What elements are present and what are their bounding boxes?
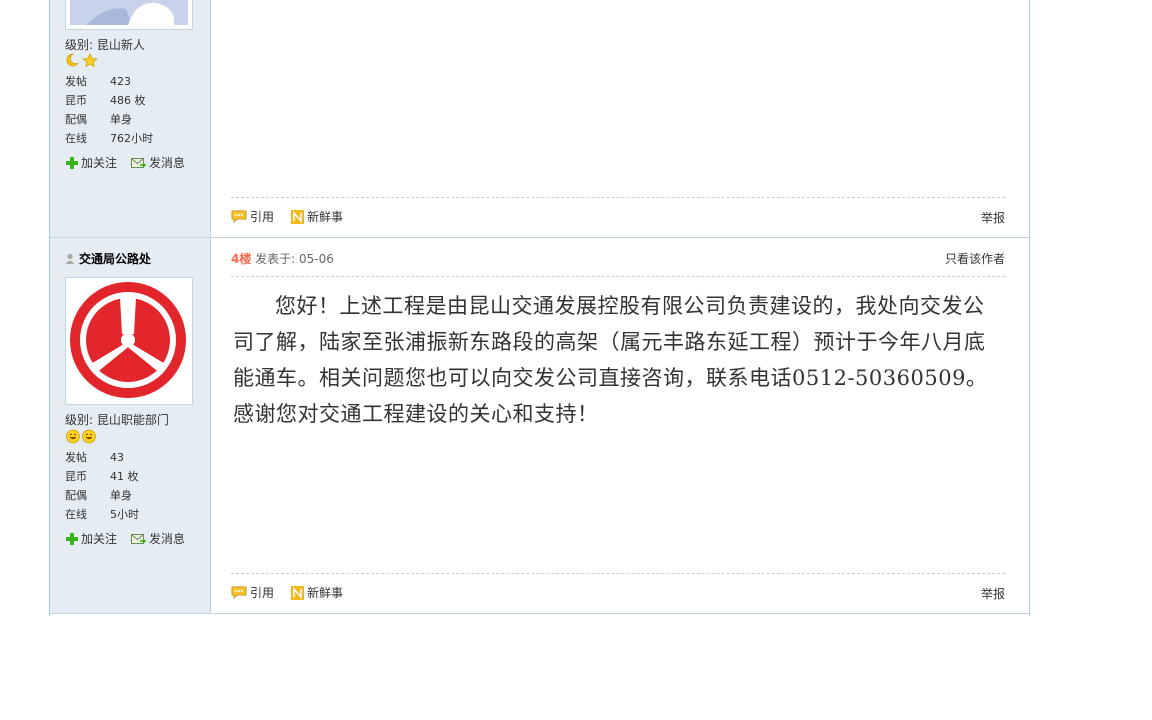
avatar-image [70, 0, 188, 25]
stat-value: 486 枚 [110, 94, 146, 107]
stat-value: 41 枚 [110, 470, 139, 483]
author-actions: 加关注 发消息 [66, 154, 185, 171]
stat-key: 配偶 [65, 489, 87, 502]
post-main: 4楼 发表于: 05-06 只看该作者 您好！上述工程是由昆山交通发展控股有限公… [211, 238, 1029, 613]
send-message-button[interactable]: 发消息 [131, 154, 185, 171]
stat-row: 配偶 单身 [65, 110, 153, 129]
plus-icon [66, 156, 78, 169]
level-badge-icon [66, 429, 100, 447]
quote-button[interactable]: 引用 [231, 208, 274, 225]
fresh-news-icon [291, 209, 304, 224]
avatar[interactable] [65, 277, 193, 405]
stat-key: 昆币 [65, 94, 87, 107]
stat-row: 在线 762小时 [65, 129, 153, 148]
stat-row: 昆币 41 枚 [65, 467, 139, 486]
author-actions: 加关注 发消息 [66, 530, 185, 547]
quote-bubble-icon [231, 586, 247, 599]
fresh-news-icon [291, 585, 304, 600]
envelope-icon [131, 157, 147, 168]
stat-row: 发帖 423 [65, 72, 153, 91]
post-footer: 引用 新鲜事 举报 [231, 573, 1005, 614]
report-button[interactable]: 举报 [981, 209, 1005, 226]
fresh-news-button[interactable]: 新鲜事 [291, 584, 343, 601]
user-level: 级别: 昆山职能部门 [65, 413, 169, 427]
level-badge-icon [66, 53, 100, 70]
stat-value: 单身 [110, 113, 132, 126]
stat-row: 配偶 单身 [65, 486, 139, 505]
stat-row: 发帖 43 [65, 448, 139, 467]
message-label: 发消息 [149, 156, 186, 170]
author-sidebar: 级别: 昆山新人 发帖 423 昆币 486 枚 配偶 单身 在线 762小时 加关注 [50, 0, 211, 237]
username-label: 交通局公路处 [79, 252, 152, 266]
user-stats: 发帖 43 昆币 41 枚 配偶 单身 在线 5小时 [65, 448, 139, 524]
fresh-news-label: 新鲜事 [307, 210, 344, 224]
user-level: 级别: 昆山新人 [65, 38, 145, 52]
stat-key: 发帖 [65, 451, 87, 464]
stat-key: 在线 [65, 132, 87, 145]
envelope-icon [131, 533, 147, 544]
post-content: 您好！上述工程是由昆山交通发展控股有限公司负责建设的，我处向交发公司了解，陆家至… [233, 294, 988, 426]
stat-key: 配偶 [65, 113, 87, 126]
forum-thread: 级别: 昆山新人 发帖 423 昆币 486 枚 配偶 单身 在线 762小时 加关注 [49, 0, 1030, 616]
stat-value: 762小时 [110, 132, 153, 145]
stat-value: 单身 [110, 489, 132, 502]
only-author-link[interactable]: 只看该作者 [945, 250, 1005, 267]
avatar[interactable] [65, 0, 193, 30]
post-main: 引用 新鲜事 举报 [211, 0, 1029, 237]
post: 级别: 昆山新人 发帖 423 昆币 486 枚 配偶 单身 在线 762小时 加关注 [50, 0, 1029, 238]
quote-label: 引用 [250, 586, 275, 600]
stat-key: 在线 [65, 508, 87, 521]
fresh-news-button[interactable]: 新鲜事 [291, 208, 343, 225]
quote-button[interactable]: 引用 [231, 584, 274, 601]
stat-row: 昆币 486 枚 [65, 91, 153, 110]
username[interactable]: 交通局公路处 [65, 250, 151, 267]
stat-value: 43 [110, 451, 124, 464]
author-sidebar: 交通局公路处 级别: 昆山职能部门 发帖 43 昆币 41 枚 配偶 单身 在线… [50, 238, 211, 613]
send-message-button[interactable]: 发消息 [131, 530, 185, 547]
stat-key: 发帖 [65, 75, 87, 88]
stat-row: 在线 5小时 [65, 505, 139, 524]
user-stats: 发帖 423 昆币 486 枚 配偶 单身 在线 762小时 [65, 72, 153, 148]
message-label: 发消息 [149, 532, 186, 546]
post-time: 发表于: 05-06 [251, 252, 334, 266]
follow-label: 加关注 [81, 156, 118, 170]
follow-label: 加关注 [81, 532, 118, 546]
stat-value: 5小时 [110, 508, 139, 521]
quote-label: 引用 [250, 210, 275, 224]
report-button[interactable]: 举报 [981, 585, 1005, 602]
stat-key: 昆币 [65, 470, 87, 483]
post-footer: 引用 新鲜事 举报 [231, 197, 1005, 238]
stat-value: 423 [110, 75, 131, 88]
user-icon [65, 253, 75, 264]
post-header: 4楼 发表于: 05-06 只看该作者 [231, 250, 1005, 277]
post: 交通局公路处 级别: 昆山职能部门 发帖 43 昆币 41 枚 配偶 单身 在线… [50, 238, 1029, 614]
quote-bubble-icon [231, 210, 247, 223]
fresh-news-label: 新鲜事 [307, 586, 344, 600]
follow-button[interactable]: 加关注 [66, 154, 117, 171]
plus-icon [66, 532, 78, 545]
floor-number: 4楼 [231, 252, 252, 266]
avatar-logo-image [70, 282, 186, 398]
follow-button[interactable]: 加关注 [66, 530, 117, 547]
